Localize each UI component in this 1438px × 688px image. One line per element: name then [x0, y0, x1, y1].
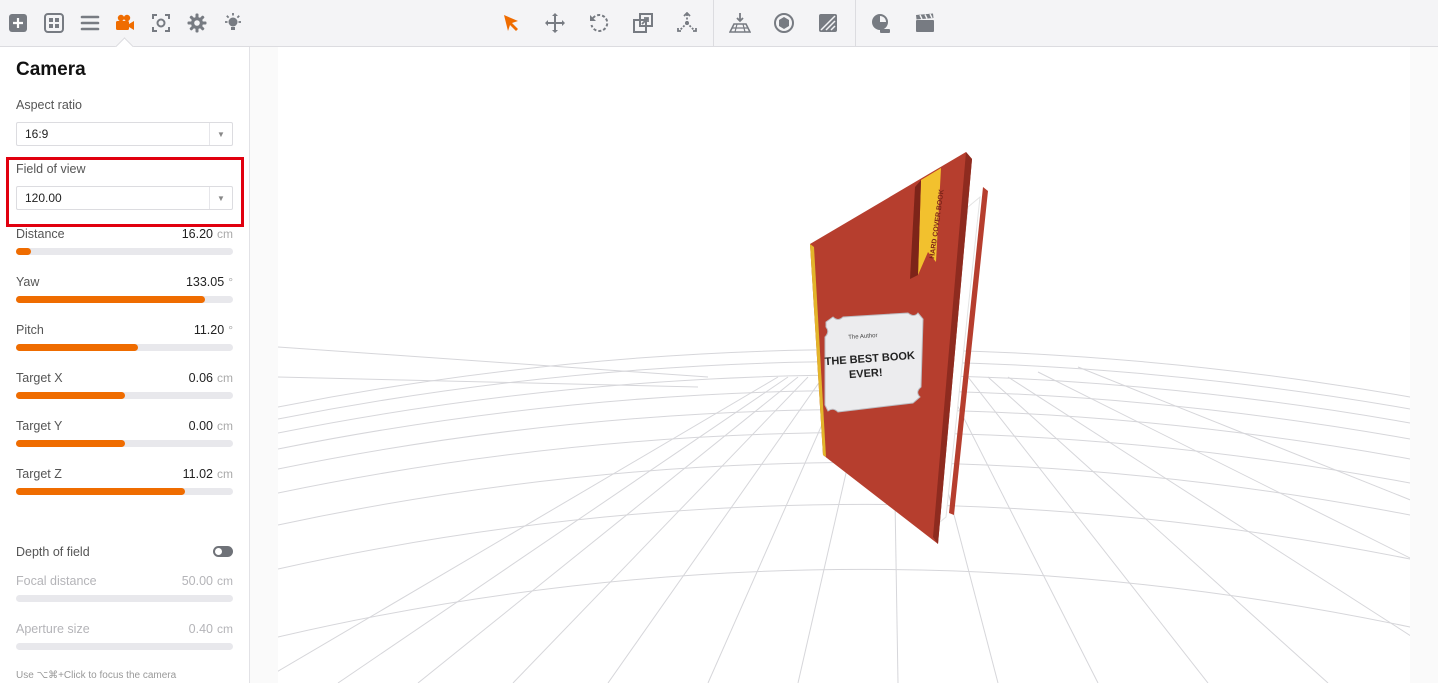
panel-title: Camera: [16, 59, 86, 80]
depth-of-field-label: Depth of field: [16, 545, 90, 559]
aspect-ratio-label: Aspect ratio: [16, 98, 83, 112]
field-of-view-value: 120.00: [25, 191, 62, 205]
target-z-slider-fill: [16, 488, 186, 495]
target-z-slider[interactable]: [16, 488, 233, 495]
toolbar-separator: [713, 0, 714, 47]
focal-distance-slider: [16, 595, 233, 602]
distance-slider[interactable]: [16, 248, 233, 255]
target-y-value[interactable]: 0.00 cm: [189, 419, 233, 433]
focus-hint: Use ⌥⌘+Click to focus the camera: [16, 670, 177, 681]
3d-viewport[interactable]: HARD COVER BOOK The Author THE BEST BOOK…: [250, 47, 1438, 684]
layout-icon[interactable]: [39, 8, 69, 38]
yaw-value[interactable]: 133.05 °: [186, 275, 233, 289]
camera-icon[interactable]: [110, 8, 140, 38]
aspect-ratio-value: 16:9: [25, 127, 49, 141]
chevron-down-icon[interactable]: ▼: [209, 187, 232, 209]
pivot-icon[interactable]: [672, 8, 702, 38]
target-x-slider[interactable]: [16, 392, 233, 399]
chevron-down-icon[interactable]: ▼: [209, 123, 232, 145]
focus-icon[interactable]: [146, 8, 176, 38]
target-z-label: Target Z: [16, 467, 62, 481]
yaw-slider[interactable]: [16, 296, 233, 303]
yaw-slider-fill: [16, 296, 205, 303]
rotate-icon[interactable]: [584, 8, 614, 38]
top-toolbar: [0, 0, 1438, 56]
aperture-size-label: Aperture size: [16, 622, 90, 636]
render-canvas[interactable]: HARD COVER BOOK The Author THE BEST BOOK…: [257, 47, 1429, 684]
aperture-size-value: 0.40 cm: [188, 622, 233, 636]
target-x-label: Target X: [16, 371, 63, 385]
pitch-value[interactable]: 11.20 °: [194, 323, 233, 337]
timer-icon[interactable]: [866, 8, 896, 38]
floor-icon[interactable]: [725, 8, 755, 38]
toggle-knob: [215, 548, 222, 555]
target-y-slider-fill: [16, 440, 125, 447]
aspect-ratio-select[interactable]: 16:9 ▼: [16, 122, 233, 146]
distance-slider-fill: [16, 248, 32, 255]
scale-icon[interactable]: [628, 8, 658, 38]
add-icon[interactable]: [3, 8, 33, 38]
clapper-icon[interactable]: [910, 8, 940, 38]
field-of-view-label: Field of view: [16, 162, 86, 176]
pitch-label: Pitch: [16, 323, 44, 337]
texture-icon[interactable]: [813, 8, 843, 38]
light-icon[interactable]: [218, 8, 248, 38]
target-y-slider[interactable]: [16, 440, 233, 447]
yaw-label: Yaw: [16, 275, 40, 289]
target-x-value[interactable]: 0.06 cm: [189, 371, 233, 385]
pitch-slider[interactable]: [16, 344, 233, 351]
target-x-slider-fill: [16, 392, 125, 399]
move-icon[interactable]: [540, 8, 570, 38]
field-of-view-select[interactable]: 120.00 ▼: [16, 186, 233, 210]
depth-of-field-toggle[interactable]: [213, 546, 233, 557]
target-z-value[interactable]: 11.02 cm: [183, 467, 233, 481]
material-icon[interactable]: [769, 8, 799, 38]
aperture-size-slider: [16, 643, 233, 650]
book-title-line2: EVER!: [849, 367, 883, 381]
target-y-label: Target Y: [16, 419, 63, 433]
select-arrow-icon[interactable]: [496, 8, 526, 38]
scene: HARD COVER BOOK The Author THE BEST BOOK…: [257, 152, 1429, 684]
distance-label: Distance: [16, 227, 65, 241]
pitch-slider-fill: [16, 344, 138, 351]
gear-icon[interactable]: [182, 8, 212, 38]
toolbar-separator: [855, 0, 856, 47]
menu-icon[interactable]: [75, 8, 105, 38]
distance-value[interactable]: 16.20 cm: [182, 227, 233, 241]
focal-distance-value: 50.00 cm: [181, 574, 233, 588]
focal-distance-label: Focal distance: [16, 574, 97, 588]
camera-panel: Camera Aspect ratio 16:9 ▼ Field of view…: [0, 47, 250, 683]
